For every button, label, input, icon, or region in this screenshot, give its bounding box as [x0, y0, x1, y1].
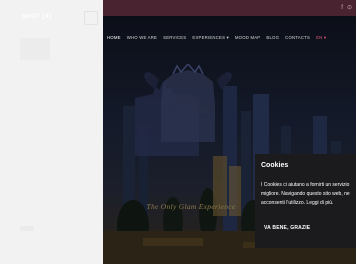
close-menu-label[interactable]: SHUT (X): [22, 14, 52, 20]
main-navigation: HOME WHO WE ARE SERVICES EXPERIENCES ▾ M…: [107, 35, 356, 41]
logo-text: Meet in Milan: [143, 91, 233, 117]
nav-item-who-we-are[interactable]: WHO WE ARE: [127, 35, 157, 41]
language-selector[interactable]: EN ▾: [316, 35, 326, 41]
social-icons: f ⊙: [341, 4, 352, 12]
nav-item-mood-map[interactable]: MOOD MAP: [235, 35, 260, 41]
nav-item-blog[interactable]: BLOG: [266, 35, 279, 41]
panel-logo: [20, 38, 50, 60]
side-panel: SHUT (X): [0, 0, 103, 264]
nav-item-contacts[interactable]: CONTACTS: [285, 35, 310, 41]
brand-logo[interactable]: Meet in Milan: [143, 62, 233, 154]
hero-tagline: The Only Glam Experience: [146, 202, 236, 211]
accept-cookies-button[interactable]: VA BENE, GRAZIE: [264, 225, 310, 231]
facebook-icon[interactable]: f: [341, 4, 343, 12]
nav-item-experiences[interactable]: EXPERIENCES ▾: [192, 35, 229, 41]
instagram-icon[interactable]: ⊙: [347, 4, 352, 12]
top-bar: f ⊙: [103, 0, 356, 16]
nav-item-home[interactable]: HOME: [107, 35, 121, 41]
panel-footer-text: [20, 226, 34, 231]
nav-item-services[interactable]: SERVICES: [163, 35, 186, 41]
cookie-title: Cookies: [261, 162, 289, 169]
logo-line-2: in Milan: [165, 102, 211, 117]
cookie-text: I Cookies ci aiutano a fornirti un servi…: [261, 182, 350, 206]
close-icon[interactable]: [84, 11, 98, 25]
cookie-notice: Cookies I Cookies ci aiutano a fornirti …: [255, 154, 356, 248]
